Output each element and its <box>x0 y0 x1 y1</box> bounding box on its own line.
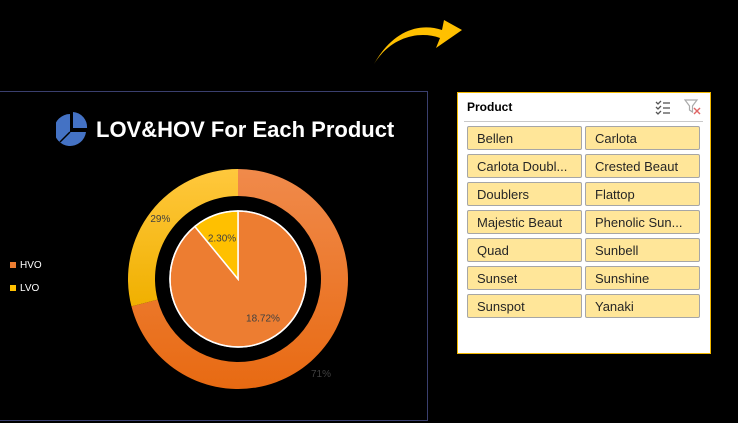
slicer-item[interactable]: Quad <box>467 238 582 262</box>
data-label: 29% <box>150 214 170 225</box>
slicer-item[interactable]: Sunspot <box>467 294 582 318</box>
data-label: 18.72% <box>246 314 280 325</box>
slicer-item[interactable]: Doublers <box>467 182 582 206</box>
slicer-item[interactable]: Yanaki <box>585 294 700 318</box>
legend-label: HVO <box>20 259 42 271</box>
chart-title: LOV&HOV For Each Product <box>96 117 395 142</box>
slicer-divider <box>464 121 703 122</box>
clear-filter-icon[interactable] <box>684 98 702 116</box>
slicer-item[interactable]: Carlota Doubl... <box>467 154 582 178</box>
multi-select-icon[interactable] <box>654 98 672 116</box>
slicer-item[interactable]: Sunset <box>467 266 582 290</box>
pie-chart-icon <box>56 112 88 146</box>
slicer-item[interactable]: Sunshine <box>585 266 700 290</box>
slicer-item-label: Bellen <box>477 130 514 146</box>
slicer-item-label: Doublers <box>477 186 530 202</box>
slicer-item[interactable]: Flattop <box>585 182 700 206</box>
slicer-title: Product <box>467 100 513 114</box>
chart-legend[interactable]: HVO LVO <box>10 259 42 305</box>
slicer-item-label: Carlota <box>595 130 637 146</box>
slicer-item[interactable]: Sunbell <box>585 238 700 262</box>
chart-panel[interactable]: LOV&HOV For Each Product HVO LVO 71% 29% 1… <box>0 91 428 421</box>
slicer-item-label: Majestic Beaut <box>477 214 563 230</box>
slicer-item-label: Yanaki <box>595 298 634 314</box>
legend-label: LVO <box>20 282 40 294</box>
slicer-item-label: Phenolic Sun... <box>595 214 683 230</box>
slicer-item-label: Sunshine <box>595 270 650 286</box>
product-slicer[interactable]: Product Bellen Carlota Carlota Doubl... … <box>457 92 711 354</box>
legend-swatch <box>10 262 16 268</box>
chart-title-area: LOV&HOV For Each Product <box>56 110 394 150</box>
slicer-icons <box>642 98 702 116</box>
curved-arrow-icon <box>374 20 462 64</box>
legend-item-hvo[interactable]: HVO <box>10 259 42 271</box>
slicer-header: Product <box>458 93 710 121</box>
data-label: 2.30% <box>208 234 236 245</box>
legend-swatch <box>10 285 16 291</box>
data-label: 71% <box>311 369 331 380</box>
slicer-item[interactable]: Crested Beaut <box>585 154 700 178</box>
slicer-item-label: Flattop <box>595 186 635 202</box>
slicer-item[interactable]: Majestic Beaut <box>467 210 582 234</box>
slicer-item[interactable]: Phenolic Sun... <box>585 210 700 234</box>
legend-item-lvo[interactable]: LVO <box>10 282 42 294</box>
slicer-item-label: Sunset <box>477 270 518 286</box>
slicer-item-label: Sunspot <box>477 298 525 314</box>
slicer-item-label: Crested Beaut <box>595 158 679 174</box>
slicer-item[interactable]: Carlota <box>585 126 700 150</box>
slicer-item-label: Carlota Doubl... <box>477 158 568 174</box>
donut-chart[interactable]: 71% 29% 18.72% 2.30% <box>128 169 348 389</box>
slicer-item-label: Quad <box>477 242 509 258</box>
slicer-item-label: Sunbell <box>595 242 639 258</box>
slicer-items: Bellen Carlota Carlota Doubl... Crested … <box>467 126 700 318</box>
slicer-item[interactable]: Bellen <box>467 126 582 150</box>
